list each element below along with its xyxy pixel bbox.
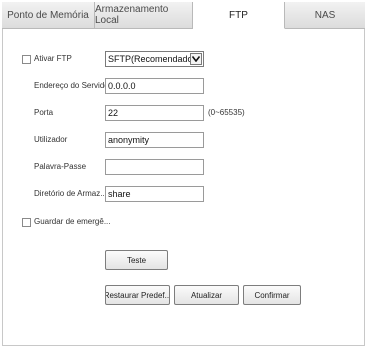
refresh-button[interactable]: Atualizar: [174, 285, 239, 305]
tab-ftp[interactable]: FTP: [193, 2, 285, 29]
storage-directory-label: Diretório de Armaz....: [34, 189, 110, 198]
storage-directory-input[interactable]: share: [105, 186, 204, 202]
test-button[interactable]: Teste: [105, 250, 168, 270]
port-label: Porta: [34, 108, 54, 117]
ftp-settings-panel: Ativar FTP SFTP(Recomendado) Endereço do…: [2, 29, 365, 346]
server-address-input[interactable]: 0.0.0.0: [105, 78, 204, 94]
emergency-save-checkbox[interactable]: [22, 218, 31, 227]
protocol-select[interactable]: SFTP(Recomendado): [105, 51, 204, 67]
tab-nas[interactable]: NAS: [285, 2, 365, 28]
password-label: Palavra-Passe: [34, 162, 87, 171]
tab-memory-point[interactable]: Ponto de Memória: [2, 2, 95, 28]
protocol-select-value: SFTP(Recomendado): [108, 54, 196, 64]
server-address-label: Endereço do Servidor: [34, 81, 112, 90]
enable-ftp-label: Ativar FTP: [34, 54, 72, 63]
tab-local-storage[interactable]: Armazenamento Local: [95, 2, 193, 28]
emergency-save-label: Guardar de emergê...: [34, 217, 111, 226]
chevron-down-icon[interactable]: [190, 53, 202, 65]
username-input[interactable]: anonymity: [105, 132, 204, 148]
restore-defaults-button[interactable]: Restaurar Predef...: [105, 285, 170, 305]
port-input[interactable]: 22: [105, 105, 204, 121]
password-input[interactable]: [105, 159, 204, 175]
tab-bar: Ponto de Memória Armazenamento Local FTP…: [2, 2, 365, 29]
confirm-button[interactable]: Confirmar: [243, 285, 301, 305]
username-label: Utilizador: [34, 135, 68, 144]
port-range-hint: (0~65535): [208, 108, 245, 117]
enable-ftp-checkbox[interactable]: [22, 55, 31, 64]
